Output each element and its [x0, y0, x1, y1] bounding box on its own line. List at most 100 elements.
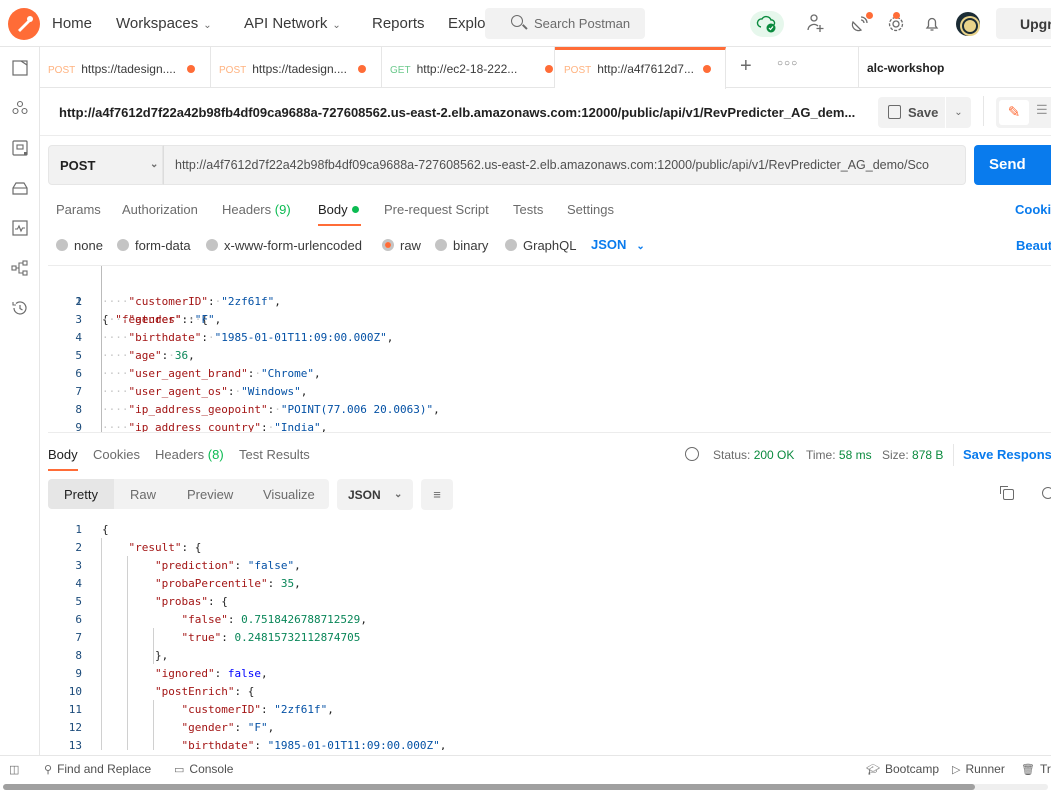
- send-button[interactable]: Send: [974, 145, 1051, 185]
- runner-button[interactable]: ▷ Runner: [952, 762, 1005, 776]
- environment-selector[interactable]: alc-workshop: [858, 47, 1051, 88]
- avatar[interactable]: [956, 12, 980, 36]
- tab-headers[interactable]: Headers (9): [222, 202, 291, 217]
- line-number: 5: [75, 349, 82, 362]
- size-label: Size:: [882, 448, 909, 462]
- upgrade-button[interactable]: Upgra: [996, 8, 1051, 39]
- request-tab[interactable]: GET http://ec2-18-222...: [382, 47, 555, 88]
- footer-label: Console: [189, 762, 234, 776]
- method-selector[interactable]: POST ⌄: [48, 145, 163, 185]
- trash-button[interactable]: 🗑︎ Tra: [1021, 762, 1051, 776]
- tab-label: Headers: [155, 447, 205, 462]
- new-tab-button[interactable]: +: [740, 55, 752, 78]
- line-number: 7: [75, 385, 82, 398]
- json-value: "Windows": [241, 385, 301, 398]
- environments-icon[interactable]: [11, 139, 29, 157]
- console-button[interactable]: ▭ Console: [174, 762, 233, 776]
- size-readout: Size: 878 B: [882, 448, 943, 462]
- wrap-lines-button[interactable]: ≡: [421, 479, 453, 510]
- footer-label: Runner: [965, 762, 1005, 776]
- request-body-editor[interactable]: 1 {·"features"·:·{ 2 ····"customerID":·"2…: [48, 265, 1051, 433]
- search-input[interactable]: Search Postman: [485, 8, 645, 39]
- line-number: 12: [68, 721, 82, 734]
- json-key: "postEnrich": [154, 685, 235, 698]
- comment-icon[interactable]: ☰: [1036, 102, 1048, 118]
- save-options-button[interactable]: ⌄: [946, 97, 971, 128]
- view-visualize[interactable]: Visualize: [263, 479, 315, 509]
- invite-user-icon[interactable]: [805, 12, 827, 34]
- search-icon: ⚲: [44, 764, 53, 776]
- code-line: 12 "gender": "F",: [48, 719, 1048, 737]
- tab-prerequest-script[interactable]: Pre-request Script: [384, 202, 489, 217]
- save-button[interactable]: Save: [878, 97, 945, 128]
- line-number: 10: [68, 685, 82, 698]
- response-body-viewer[interactable]: 1{2 "result": {3 "prediction": "false", 4…: [48, 520, 1051, 750]
- tab-body[interactable]: Body: [318, 202, 359, 217]
- monitors-icon[interactable]: [11, 219, 29, 237]
- view-preview[interactable]: Preview: [187, 479, 233, 509]
- left-sidebar: [0, 47, 40, 755]
- radio-label: form-data: [135, 238, 191, 253]
- save-response-button[interactable]: Save Response: [963, 447, 1051, 462]
- response-tab-body[interactable]: Body: [48, 447, 78, 462]
- tab-authorization[interactable]: Authorization: [122, 202, 198, 217]
- radio-none[interactable]: none: [56, 238, 103, 253]
- horizontal-scrollbar-thumb[interactable]: [3, 784, 975, 790]
- tab-method: POST: [564, 65, 592, 76]
- tab-tests[interactable]: Tests: [513, 202, 543, 217]
- copy-icon[interactable]: [1000, 486, 1014, 500]
- request-tab[interactable]: POST https://tadesign....: [211, 47, 382, 88]
- search-icon[interactable]: [1042, 487, 1051, 499]
- globe-icon[interactable]: [685, 447, 699, 461]
- url-input[interactable]: http://a4f7612d7f22a42b98fb4df09ca9688a-…: [163, 145, 966, 185]
- history-icon[interactable]: [11, 299, 29, 317]
- response-tab-cookies[interactable]: Cookies: [93, 447, 140, 462]
- bootcamp-button[interactable]: 🎓︎ Bootcamp: [866, 762, 939, 776]
- json-key: "false": [181, 613, 228, 626]
- beautify-link[interactable]: Beauti: [1016, 238, 1051, 253]
- view-pretty[interactable]: Pretty: [48, 479, 114, 509]
- radio-binary[interactable]: binary: [435, 238, 488, 253]
- json-value: 0.7518426788712529: [241, 613, 361, 626]
- nav-explore[interactable]: Explo: [448, 15, 486, 32]
- more-tabs-icon[interactable]: ○○○: [777, 58, 798, 69]
- notification-dot: [866, 12, 873, 19]
- tab-settings[interactable]: Settings: [567, 202, 614, 217]
- code-line: 2 "result": {: [48, 539, 1048, 557]
- json-key: "true": [181, 631, 222, 644]
- response-tab-headers[interactable]: Headers (8): [155, 447, 224, 462]
- line-number: 4: [75, 577, 82, 590]
- tab-params[interactable]: Params: [56, 202, 101, 217]
- mock-servers-icon[interactable]: [11, 179, 29, 197]
- find-replace-button[interactable]: ⚲ Find and Replace: [44, 762, 151, 776]
- apis-icon[interactable]: [11, 99, 29, 117]
- response-format-selector[interactable]: JSON ⌄: [337, 479, 413, 510]
- flows-icon[interactable]: [11, 259, 29, 277]
- toggle-sidebar-icon[interactable]: ◫: [9, 762, 24, 776]
- request-title[interactable]: http://a4f7612d7f22a42b98fb4df09ca9688a-…: [59, 105, 855, 120]
- nav-workspaces[interactable]: Workspaces ⌄: [116, 15, 212, 32]
- nav-reports[interactable]: Reports: [372, 15, 425, 32]
- request-tab-active[interactable]: POST http://a4f7612d7...: [555, 47, 726, 89]
- code-line: 2 ····"customerID":·"2zf61f",: [48, 293, 1048, 311]
- json-key: "birthdate": [181, 739, 255, 750]
- cookies-link[interactable]: Cookie: [1015, 202, 1051, 217]
- postman-logo[interactable]: [8, 8, 40, 40]
- line-number: 13: [68, 739, 82, 750]
- response-tab-test-results[interactable]: Test Results: [239, 447, 310, 462]
- collections-icon[interactable]: [11, 59, 29, 77]
- radio-urlencoded[interactable]: x-www-form-urlencoded: [206, 238, 362, 253]
- radio-graphql[interactable]: GraphQL: [505, 238, 576, 253]
- radio-circle: [117, 239, 129, 251]
- pencil-icon[interactable]: ✎: [999, 100, 1029, 125]
- line-number: 2: [75, 541, 82, 554]
- sync-status-button[interactable]: [750, 11, 784, 37]
- request-tab[interactable]: POST https://tadesign....: [40, 47, 211, 88]
- nav-api-network[interactable]: API Network ⌄: [244, 15, 341, 32]
- nav-home[interactable]: Home: [52, 15, 92, 32]
- bell-icon[interactable]: [921, 12, 943, 34]
- radio-raw[interactable]: raw: [382, 238, 421, 253]
- body-format-selector[interactable]: JSON ⌄: [591, 237, 645, 252]
- radio-form-data[interactable]: form-data: [117, 238, 191, 253]
- view-raw[interactable]: Raw: [130, 479, 156, 509]
